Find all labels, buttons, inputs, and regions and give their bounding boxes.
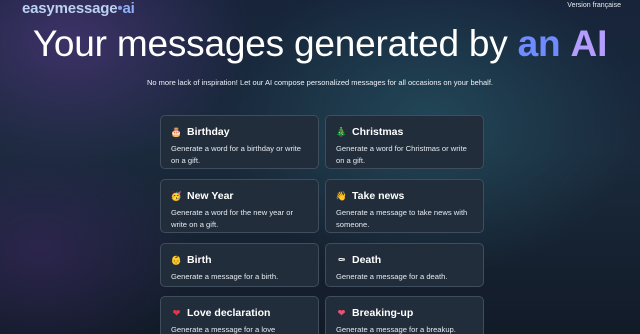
page-title: Your messages generated by an AI bbox=[0, 23, 640, 65]
logo-ai: ai bbox=[122, 0, 135, 17]
party-face-icon: 🥳 bbox=[170, 190, 183, 201]
occasion-title: Death bbox=[352, 254, 382, 266]
heart-icon: ❤ bbox=[337, 307, 346, 318]
page-subtitle: No more lack of inspiration! Let our AI … bbox=[146, 78, 493, 87]
occasion-description: Generate a message to take news with som… bbox=[336, 208, 468, 229]
occasion-description: Generate a word for Christmas or write o… bbox=[336, 144, 467, 165]
occasion-description: Generate a message for a breakup. bbox=[336, 325, 456, 334]
language-switch-link[interactable]: Version française bbox=[567, 2, 621, 9]
occasion-card-love-declaration[interactable]: ❤ Love declaration Generate a message fo… bbox=[160, 296, 319, 334]
christmas-tree-icon: 🎄 bbox=[335, 126, 348, 137]
waving-hand-icon: 👋 bbox=[335, 190, 348, 201]
occasion-card-breaking-up[interactable]: ❤ Breaking-up Generate a message for a b… bbox=[325, 296, 484, 334]
occasion-card-death[interactable]: ⚰ Death Generate a message for a death. bbox=[325, 243, 484, 287]
occasion-title: Christmas bbox=[352, 126, 404, 138]
occasion-title: Take news bbox=[352, 190, 405, 202]
baby-icon: 👶 bbox=[170, 254, 183, 265]
occasion-description: Generate a message for a love bbox=[171, 325, 276, 334]
occasion-card-christmas[interactable]: 🎄 Christmas Generate a word for Christma… bbox=[325, 115, 484, 169]
logo[interactable]: easymessage•ai bbox=[22, 0, 135, 17]
coffin-icon: ⚰ bbox=[337, 254, 346, 265]
red-heart-icon: ❤ bbox=[172, 307, 181, 318]
title-accent-ai: AI bbox=[570, 23, 608, 64]
occasion-card-new-year[interactable]: 🥳 New Year Generate a word for the new y… bbox=[160, 179, 319, 233]
occasion-title: New Year bbox=[187, 190, 234, 202]
occasion-description: Generate a word for the new year or writ… bbox=[171, 208, 293, 229]
logo-main: easymessage bbox=[22, 0, 118, 17]
occasion-card-take-news[interactable]: 👋 Take news Generate a message to take n… bbox=[325, 179, 484, 233]
occasion-title: Birthday bbox=[187, 126, 230, 138]
title-accent-an: an bbox=[517, 23, 561, 64]
title-main: Your messages generated by bbox=[32, 23, 518, 64]
occasion-description: Generate a word for a birthday or write … bbox=[171, 144, 301, 165]
occasion-title: Love declaration bbox=[187, 307, 271, 319]
occasion-description: Generate a message for a death. bbox=[336, 272, 448, 281]
occasion-title: Birth bbox=[187, 254, 212, 266]
occasion-title: Breaking-up bbox=[352, 307, 414, 319]
occasion-card-birthday[interactable]: 🎂 Birthday Generate a word for a birthda… bbox=[160, 115, 319, 169]
birthday-cake-icon: 🎂 bbox=[170, 126, 183, 137]
occasion-card-birth[interactable]: 👶 Birth Generate a message for a birth. bbox=[160, 243, 319, 287]
occasion-description: Generate a message for a birth. bbox=[171, 272, 279, 281]
